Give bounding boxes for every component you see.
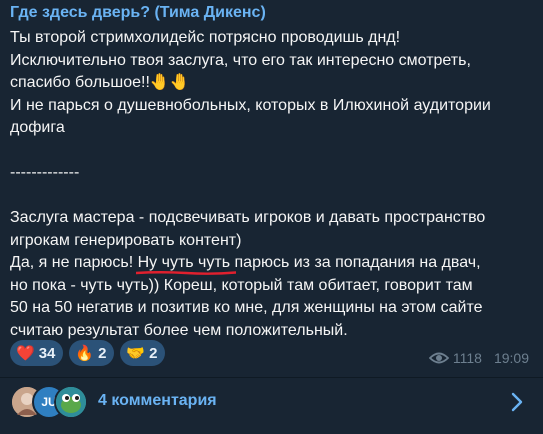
- underlined-phrase: Ну чуть чуть парюсь из за попадания на д…: [135, 254, 476, 275]
- message-line: И не парься о душевнобольных, которых в …: [10, 96, 491, 114]
- reaction-count: 34: [38, 344, 56, 362]
- post-author[interactable]: Где здесь дверь? (Тима Дикенс): [10, 4, 266, 22]
- reaction-handshake[interactable]: 🤝 2: [120, 340, 166, 366]
- message-line: дофига: [10, 119, 65, 136]
- message-line: Заслуга мастера - подсвечивать игроков и…: [10, 209, 486, 226]
- fire-icon: 🔥: [75, 344, 95, 362]
- frog-icon: [56, 387, 86, 417]
- message-line: [10, 185, 530, 208]
- message-line-highlighted: Да, я не парюсь! Ну чуть чуть парюсь из …: [10, 252, 530, 275]
- post-meta: 1118 19:09: [428, 350, 529, 366]
- message-line: -------------: [10, 164, 80, 181]
- chevron-right-icon: [511, 392, 523, 412]
- message-line: но пока - чуть чуть)) Кореш, который там…: [10, 276, 473, 294]
- message-line: Ты второй стримхолидейс потрясно проводи…: [10, 29, 401, 46]
- avatar: [54, 385, 88, 419]
- message-line: [10, 140, 530, 163]
- message-line: игрокам генерировать контент): [10, 231, 242, 249]
- reaction-fire[interactable]: 🔥 2: [69, 340, 115, 366]
- reaction-count: 2: [98, 344, 107, 362]
- commenter-avatars: JU: [10, 385, 90, 419]
- reaction-heart[interactable]: ❤️ 34: [10, 340, 64, 366]
- view-count: 1118: [452, 350, 482, 366]
- comments-button[interactable]: JU 4 комментария: [0, 378, 543, 426]
- reactions-bar: ❤️ 34 🔥 2 🤝 2: [10, 340, 166, 368]
- comments-count-label: 4 комментария: [98, 392, 217, 409]
- heart-icon: ❤️: [16, 344, 35, 362]
- message-line: Исключительно твоя заслуга, что его так …: [10, 51, 471, 69]
- reaction-count: 2: [149, 344, 158, 362]
- message-text: Ты второй стримхолидейс потрясно проводи…: [10, 27, 530, 342]
- message-line: 50 на 50 негатив и позитив ко мне, для ж…: [10, 299, 483, 316]
- eye-icon: [428, 352, 449, 364]
- post-time: 19:09: [493, 350, 529, 366]
- channel-post-card: Где здесь дверь? (Тима Дикенс) Ты второй…: [0, 0, 543, 434]
- message-line: спасибо большое!!🤚🤚: [10, 74, 190, 91]
- raised-hand-emoji: 🤚🤚: [149, 74, 190, 91]
- handshake-icon: 🤝: [126, 344, 146, 362]
- message-line: считаю результат более чем положительный…: [10, 321, 348, 339]
